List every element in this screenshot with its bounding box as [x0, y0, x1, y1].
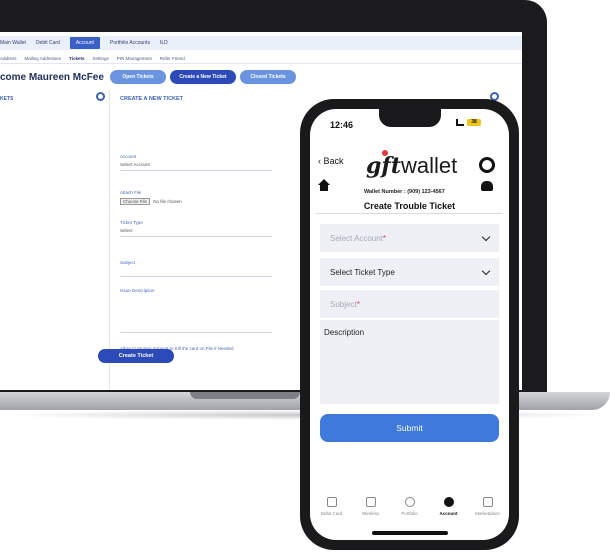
nav-label: Main Wallet	[0, 40, 26, 46]
nav-ild[interactable]: ILD	[160, 40, 168, 46]
back-button[interactable]: ‹ Back	[318, 156, 344, 166]
ticket-type-field[interactable]: Ticket Type Select	[120, 220, 272, 237]
ticket-type-select[interactable]: Select	[120, 228, 272, 237]
select-ticket-type-dropdown[interactable]: Select Ticket Type	[320, 258, 499, 286]
issue-description-textarea[interactable]	[120, 297, 272, 333]
tickets-panel-header: KETS	[0, 96, 14, 102]
subject-field[interactable]: Subject	[120, 260, 272, 277]
sub-navigation: Address Mailing Addresses Tickets Settin…	[0, 53, 522, 64]
subject-input[interactable]	[120, 268, 272, 277]
account-field[interactable]: Account Select Account	[120, 154, 272, 171]
account-label: Account	[120, 154, 137, 159]
top-navigation: Main Wallet Debit Card Account Portfolio…	[0, 36, 522, 50]
battery-icon: 38	[467, 119, 481, 126]
tab-label: Marketplace	[475, 511, 500, 516]
profile-icon[interactable]	[479, 157, 495, 173]
tab-marketplace[interactable]: Marketplace	[469, 497, 507, 537]
attach-file-label: Attach File	[120, 190, 142, 195]
subnav-settings[interactable]: Settings	[92, 56, 108, 61]
nav-main-wallet[interactable]: Main Wallet	[0, 40, 26, 46]
phone-screen: 12:46 38 ‹ Back gftwallet Wallet Number …	[310, 109, 509, 540]
create-new-ticket-button[interactable]: Create a New Ticket	[170, 70, 236, 84]
giftwallet-logo: gftwallet	[366, 150, 458, 179]
create-ticket-header: CREATE A NEW TICKET	[120, 96, 184, 102]
issue-description-label: Issue Description	[120, 288, 155, 293]
logo-wallet: wallet	[401, 153, 458, 178]
logo-dot-icon	[382, 150, 388, 156]
ticket-type-label: Ticket Type	[120, 220, 143, 225]
store-icon	[482, 497, 493, 507]
chevron-down-icon	[481, 266, 491, 275]
open-tickets-button[interactable]: Open Tickets	[110, 70, 166, 84]
nav-label: Portfolio Accounts	[109, 40, 150, 46]
gear-icon	[443, 497, 454, 507]
select-ticket-type-label: Select Ticket Type	[330, 267, 395, 277]
subnav-refer-friend[interactable]: Refer Friend	[160, 56, 185, 61]
tab-label: Account	[439, 511, 458, 516]
required-mark: *	[356, 299, 360, 309]
subnav-tickets[interactable]: Tickets	[69, 56, 84, 61]
laptop-hinge	[190, 392, 300, 399]
description-textarea[interactable]: Description	[320, 320, 499, 404]
select-account-dropdown[interactable]: Select Account *	[320, 224, 499, 252]
nav-label: ILD	[159, 40, 168, 46]
home-indicator	[372, 531, 448, 535]
submit-button[interactable]: Submit	[320, 414, 499, 442]
description-placeholder: Description	[324, 328, 365, 337]
chevron-down-icon	[481, 232, 491, 241]
signal-icon	[456, 119, 464, 126]
tab-label: Wireless	[361, 511, 380, 516]
subnav-address[interactable]: Address	[0, 56, 17, 61]
trouble-ticket-form: Select Account * Select Ticket Type Subje…	[316, 213, 503, 495]
account-select[interactable]: Select Account	[120, 162, 272, 171]
card-icon	[326, 497, 337, 507]
wallet-number: Wallet Number : (909) 123-4567	[364, 189, 445, 195]
back-label: Back	[323, 156, 344, 166]
welcome-heading: come Maureen McFee	[0, 72, 104, 83]
subject-input[interactable]: Subject *	[320, 290, 499, 318]
phone-notch	[379, 109, 441, 127]
tab-label: Portfolio	[401, 511, 418, 516]
tab-label: Debit Card	[320, 511, 343, 516]
subject-placeholder: Subject	[330, 299, 357, 309]
attach-file-field: Attach File Choose File No file chosen	[120, 190, 272, 208]
subnav-pin-management[interactable]: PIN Management	[117, 56, 152, 61]
clock-icon	[404, 497, 415, 507]
subject-label: Subject	[120, 260, 136, 265]
tab-debit-card[interactable]: Debit Card	[313, 497, 351, 537]
status-time: 12:46	[330, 120, 354, 130]
nav-label: Debit Card	[35, 40, 60, 46]
no-file-text: No file chosen	[153, 199, 182, 204]
tickets-list-panel: KETS	[0, 90, 110, 390]
logo-gft: gft	[366, 153, 402, 179]
choose-file-button[interactable]: Choose File	[120, 198, 151, 205]
closed-tickets-button[interactable]: Closed Tickets	[240, 70, 296, 84]
nav-debit-card[interactable]: Debit Card	[36, 40, 60, 46]
page-title: Create Trouble Ticket	[363, 201, 456, 211]
support-icon[interactable]	[481, 181, 493, 191]
required-mark: *	[382, 233, 387, 243]
settings-gear-icon[interactable]	[96, 92, 105, 101]
issue-description-field[interactable]: Issue Description	[120, 288, 272, 333]
nav-portfolio-accounts[interactable]: Portfolio Accounts	[110, 40, 150, 46]
phone-icon	[365, 497, 376, 507]
home-icon[interactable]	[318, 179, 330, 191]
nav-account[interactable]: Account	[69, 37, 100, 49]
select-account-placeholder: Select Account	[330, 233, 383, 243]
subnav-mailing-addresses[interactable]: Mailing Addresses	[25, 56, 62, 61]
nav-label: Account	[75, 40, 94, 46]
status-icons: 38	[456, 119, 481, 126]
create-ticket-button[interactable]: Create Ticket	[98, 349, 174, 363]
